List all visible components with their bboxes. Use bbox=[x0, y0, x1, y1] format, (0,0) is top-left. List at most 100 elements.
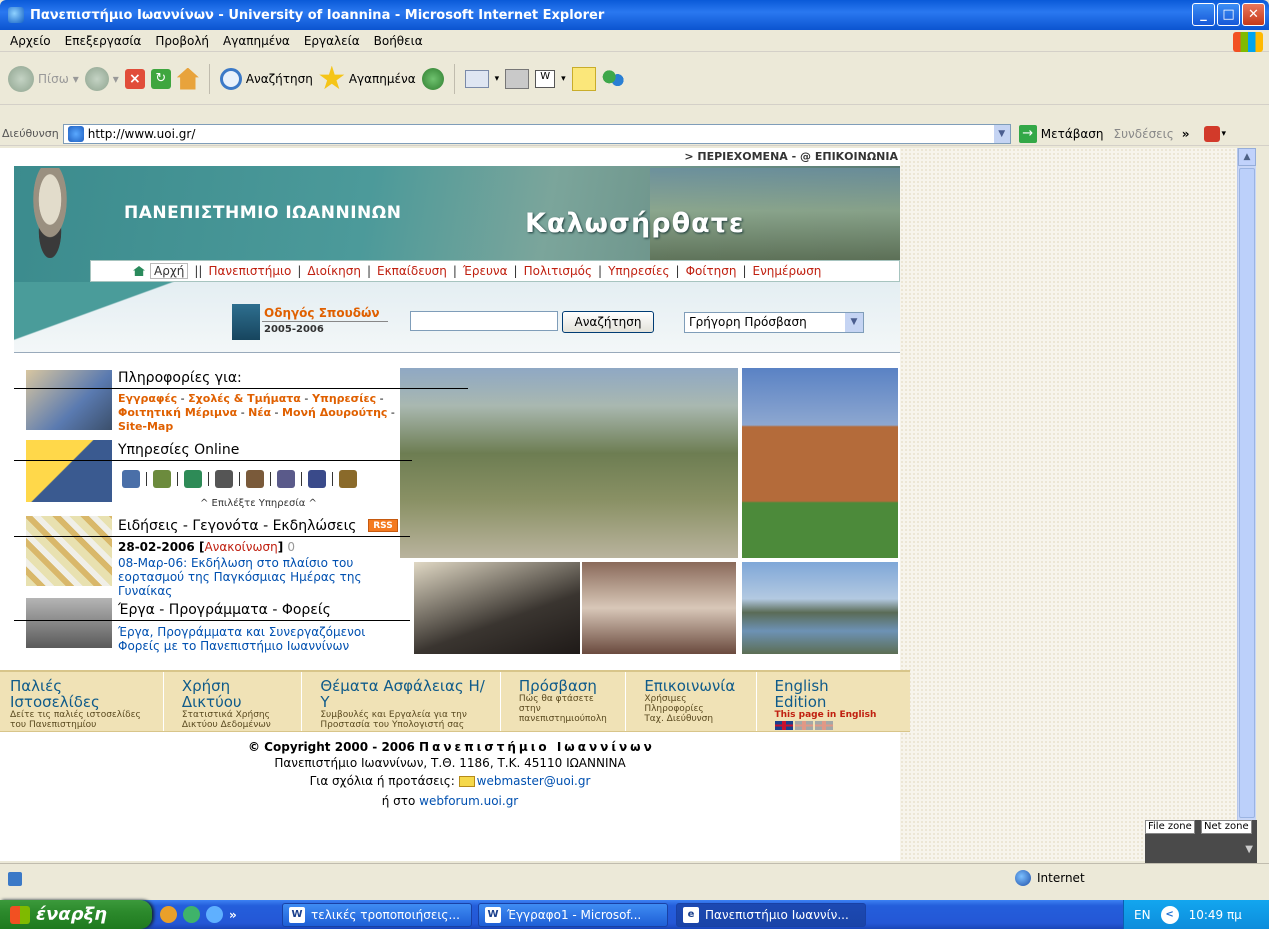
news-type-link[interactable]: Ανακοίνωση bbox=[204, 540, 277, 554]
service-8-icon[interactable] bbox=[339, 470, 357, 488]
taskbar-item-ie[interactable]: e Πανεπιστήμιο Ιωαννίν... bbox=[676, 903, 866, 927]
ie-icon[interactable] bbox=[206, 906, 223, 923]
footer-contact[interactable]: Επικοινωνία Χρήσιμες Πληροφορίες Ταχ. Δι… bbox=[644, 672, 757, 731]
nav-university[interactable]: Πανεπιστήμιο bbox=[208, 264, 291, 278]
menu-view[interactable]: Προβολή bbox=[155, 34, 209, 48]
nav-services[interactable]: Υπηρεσίες bbox=[608, 264, 669, 278]
site-search-input[interactable] bbox=[410, 311, 558, 331]
footer-access[interactable]: Πρόσβαση Πώς θα φτάσετε στην πανεπιστημι… bbox=[518, 672, 627, 731]
copyright: © Copyright 2000 - 2006 Πανεπιστήμιο Ιωα… bbox=[248, 740, 655, 754]
nav-research[interactable]: Έρευνα bbox=[463, 264, 508, 278]
go-button[interactable]: → Μετάβαση bbox=[1018, 124, 1104, 143]
chevron-down-icon[interactable]: ▼ bbox=[993, 124, 1010, 143]
system-tray: EN < 10:49 πμ bbox=[1123, 900, 1269, 929]
footer-sub: Δικτύου Δεδομένων bbox=[181, 720, 271, 730]
favorites-button[interactable]: Αγαπημένα bbox=[319, 65, 416, 92]
minimize-button[interactable]: _ bbox=[1192, 3, 1215, 26]
tray-expand-icon[interactable]: < bbox=[1160, 905, 1179, 924]
language-indicator[interactable]: EN bbox=[1134, 908, 1151, 922]
refresh-icon[interactable]: ↻ bbox=[150, 68, 171, 89]
menu-edit[interactable]: Επεξεργασία bbox=[65, 34, 142, 48]
link-sitemap[interactable]: Site-Map bbox=[118, 420, 173, 433]
link-schools[interactable]: Σχολές & Τμήματα bbox=[188, 392, 301, 405]
back-button[interactable]: Πίσω ▾ bbox=[8, 65, 79, 92]
service-7-icon[interactable] bbox=[308, 470, 326, 488]
media-player-icon[interactable] bbox=[160, 906, 177, 923]
nav-education[interactable]: Εκπαίδευση bbox=[377, 264, 447, 278]
forward-button[interactable]: ▾ bbox=[84, 66, 119, 91]
footer-sub: Δείτε τις παλιές ιστοσελίδες bbox=[10, 710, 141, 720]
windows-flag-icon bbox=[10, 905, 30, 924]
link-services[interactable]: Υπηρεσίες bbox=[312, 392, 376, 405]
quick-launch-more[interactable]: » bbox=[229, 908, 237, 922]
footer-sub: του Πανεπιστημίου bbox=[10, 720, 97, 730]
service-1-icon[interactable] bbox=[122, 470, 140, 488]
stop-icon[interactable]: × bbox=[124, 68, 145, 89]
start-button[interactable]: έναρξη bbox=[0, 900, 152, 929]
footer-old-pages[interactable]: Παλιές Ιστοσελίδες Δείτε τις παλιές ιστο… bbox=[10, 672, 164, 731]
scroll-up-icon[interactable]: ▲ bbox=[1238, 148, 1256, 166]
desktop-icon[interactable] bbox=[183, 906, 200, 923]
address-field[interactable]: http://www.uoi.gr/ ▼ bbox=[62, 123, 1011, 144]
links-toolbar[interactable]: Συνδέσεις bbox=[1114, 127, 1174, 141]
link-registrations[interactable]: Εγγραφές bbox=[118, 392, 177, 405]
nav-news[interactable]: Ενημέρωση bbox=[753, 264, 822, 278]
home-icon[interactable] bbox=[176, 67, 199, 90]
vertical-scrollbar[interactable]: ▲ bbox=[1237, 148, 1256, 861]
history-icon[interactable] bbox=[421, 67, 444, 90]
postal-address: Πανεπιστήμιο Ιωαννίνων, Τ.Θ. 1186, Τ.Κ. … bbox=[274, 756, 626, 770]
close-button[interactable]: ✕ bbox=[1242, 3, 1265, 26]
search-button[interactable]: Αναζήτηση bbox=[219, 67, 313, 90]
service-3-icon[interactable] bbox=[184, 470, 202, 488]
divider bbox=[14, 536, 410, 537]
menu-file[interactable]: Αρχείο bbox=[10, 34, 51, 48]
site-search-button[interactable]: Αναζήτηση bbox=[562, 311, 654, 333]
nav-culture[interactable]: Πολιτισμός bbox=[524, 264, 592, 278]
mail-icon[interactable] bbox=[464, 69, 489, 88]
footer-security[interactable]: Θέματα Ασφάλειας Η/Υ Συμβουλές και Εργαλ… bbox=[320, 672, 501, 731]
service-6-icon[interactable] bbox=[277, 470, 295, 488]
webforum-link[interactable]: webforum.uoi.gr bbox=[419, 794, 518, 808]
service-4-icon[interactable] bbox=[215, 470, 233, 488]
projects-title: Έργα - Προγράμματα - Φορείς bbox=[118, 602, 331, 618]
top-links[interactable]: > ΠΕΡΙΕΧΟΜΕΝΑ - @ ΕΠΙΚΟΙΝΩΝΙΑ bbox=[14, 148, 900, 166]
clock[interactable]: 10:49 πμ bbox=[1189, 908, 1242, 922]
print-icon[interactable] bbox=[505, 68, 530, 89]
nav-home[interactable]: Αρχή bbox=[150, 263, 189, 279]
service-2-icon[interactable] bbox=[153, 470, 171, 488]
quick-access-select[interactable]: Γρήγορη Πρόσβαση ▼ bbox=[684, 312, 864, 333]
projects-thumbnail bbox=[26, 598, 112, 648]
scroll-thumb[interactable] bbox=[1239, 168, 1255, 818]
acrobat-icon[interactable] bbox=[1203, 125, 1220, 142]
footer-sub: This page in English bbox=[774, 710, 877, 720]
edit-word-icon[interactable]: W bbox=[535, 69, 556, 88]
link-news[interactable]: Νέα bbox=[248, 406, 271, 419]
note-icon[interactable] bbox=[571, 66, 596, 91]
footer-network-usage[interactable]: Χρήση Δικτύου Στατιστικά Χρήσης Δικτύου … bbox=[182, 672, 303, 731]
link-student-care[interactable]: Φοιτητική Μέριμνα bbox=[118, 406, 237, 419]
footer-english[interactable]: English Edition This page in English bbox=[774, 672, 893, 731]
taskbar-item-word-2[interactable]: W Έγγραφο1 - Microsof... bbox=[478, 903, 668, 927]
study-guide-icon[interactable] bbox=[232, 304, 260, 340]
menu-help[interactable]: Βοήθεια bbox=[374, 34, 423, 48]
links-more-chevron[interactable]: » bbox=[1182, 127, 1190, 141]
title-bar[interactable]: Πανεπιστήμιο Ιωαννίνων - University of I… bbox=[0, 0, 1269, 30]
news-item-link[interactable]: 08-Μαρ-06: Εκδήλωση στο πλαίσιο του εορτ… bbox=[118, 556, 408, 598]
nav-studies[interactable]: Φοίτηση bbox=[686, 264, 737, 278]
projects-link[interactable]: Έργα, Προγράμματα και Συνεργαζόμενοι Φορ… bbox=[118, 625, 408, 653]
rss-badge[interactable]: RSS bbox=[368, 519, 398, 532]
news-thumbnail bbox=[26, 516, 112, 586]
go-label: Μετάβαση bbox=[1040, 126, 1104, 141]
footer-sub: πανεπιστημιούπολη bbox=[518, 714, 607, 724]
menu-favorites[interactable]: Αγαπημένα bbox=[223, 34, 290, 48]
webmaster-link[interactable]: webmaster@uoi.gr bbox=[477, 774, 591, 788]
link-monastery[interactable]: Μονή Δουρούτης bbox=[282, 406, 387, 419]
study-guide-link[interactable]: Οδηγός Σπουδών bbox=[264, 306, 380, 320]
messenger-icon[interactable] bbox=[601, 67, 626, 90]
service-5-icon[interactable] bbox=[246, 470, 264, 488]
menu-tools[interactable]: Εργαλεία bbox=[304, 34, 360, 48]
nav-administration[interactable]: Διοίκηση bbox=[307, 264, 361, 278]
chevron-down-icon[interactable]: ▼ bbox=[1245, 844, 1253, 855]
maximize-button[interactable]: □ bbox=[1217, 3, 1240, 26]
taskbar-item-word-1[interactable]: W τελικές τροποποιήσεις... bbox=[282, 903, 472, 927]
